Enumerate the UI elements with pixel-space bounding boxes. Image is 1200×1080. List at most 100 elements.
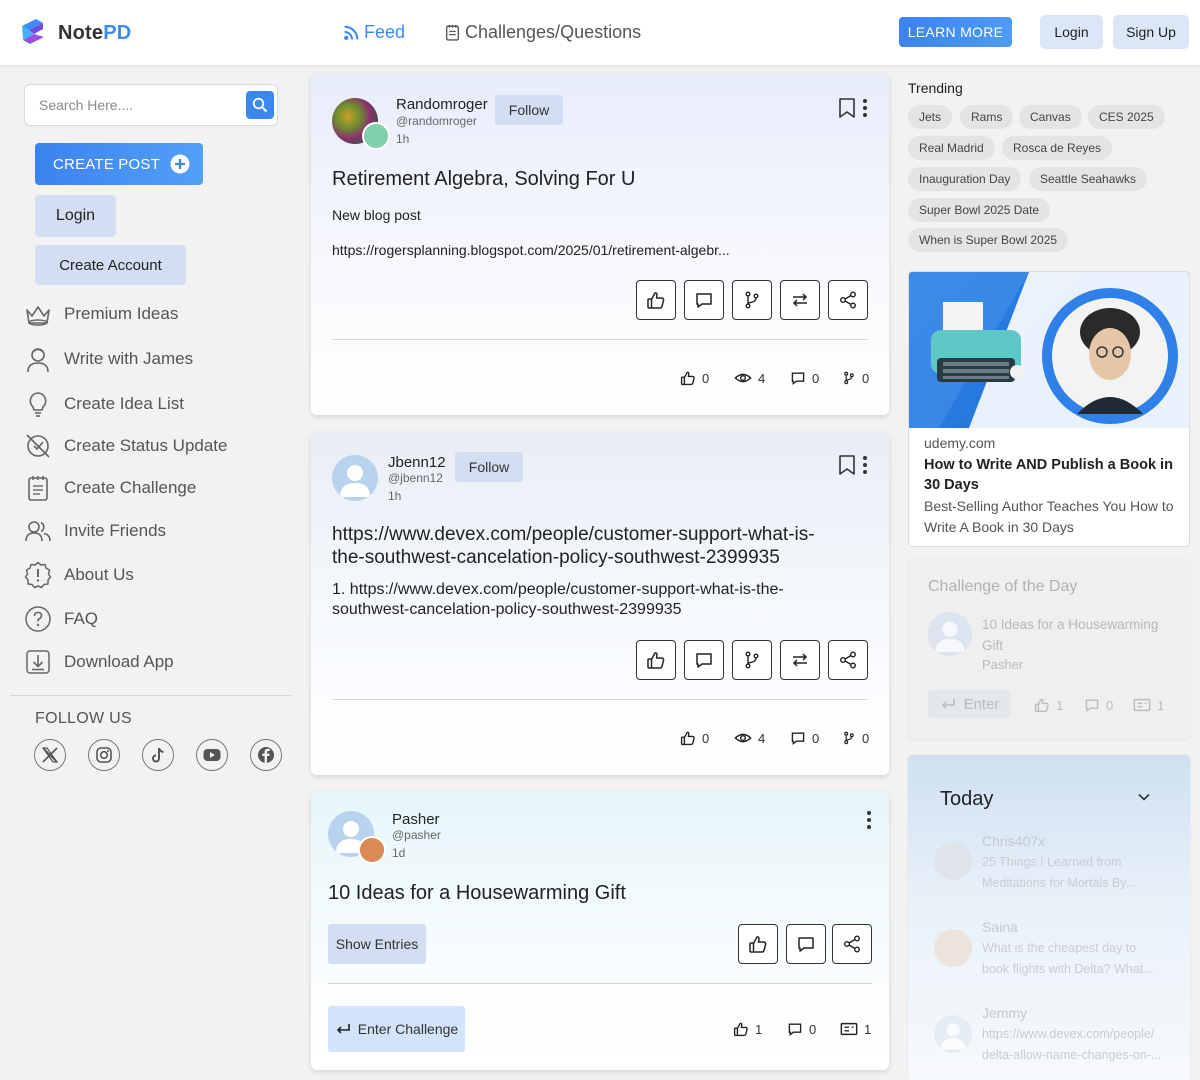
- like-button[interactable]: [636, 280, 676, 320]
- today-item-snippet-line-2[interactable]: book flights with Delta? What...: [982, 959, 1168, 980]
- header-login-button[interactable]: Login: [1040, 15, 1103, 49]
- trending-chip[interactable]: CES 2025: [1088, 105, 1165, 129]
- cotd-enter-button[interactable]: Enter: [928, 690, 1011, 718]
- status-update-icon: [26, 434, 50, 458]
- trending-chip[interactable]: Real Madrid: [908, 136, 995, 160]
- post-link[interactable]: https://rogersplanning.blogspot.com/2025…: [332, 242, 730, 258]
- like-button[interactable]: [636, 640, 676, 680]
- today-item-snippet-line-1[interactable]: What is the cheapest day to: [982, 938, 1168, 959]
- post-username[interactable]: Randomroger: [396, 96, 488, 113]
- nav-feed[interactable]: Feed: [343, 22, 405, 43]
- top-bar: NotePD Feed Challenges/Questions LEARN M…: [0, 0, 1200, 66]
- comment-button[interactable]: [684, 280, 724, 320]
- avatar[interactable]: [928, 612, 972, 656]
- thumbs-up-icon: [1034, 698, 1049, 713]
- comment-button[interactable]: [684, 640, 724, 680]
- typewriter-author-illustration: [909, 272, 1189, 428]
- more-options-icon[interactable]: [862, 455, 868, 475]
- share-button[interactable]: [832, 924, 872, 964]
- fork-button[interactable]: [732, 280, 772, 320]
- sidebar-item-faq[interactable]: FAQ: [24, 605, 98, 633]
- nav-challenges-questions[interactable]: Challenges/Questions: [444, 22, 641, 43]
- sidebar-item-about-us[interactable]: About Us: [24, 561, 134, 589]
- avatar[interactable]: [332, 455, 378, 501]
- entries-count: 1: [840, 1021, 871, 1037]
- sidebar-login-button[interactable]: Login: [35, 195, 116, 237]
- comment-icon: [696, 293, 712, 308]
- tiktok-icon[interactable]: [142, 739, 174, 771]
- header-sign-up-button[interactable]: Sign Up: [1113, 15, 1189, 49]
- like-button[interactable]: [738, 924, 778, 964]
- sidebar-item-premium-ideas[interactable]: Premium Ideas: [24, 300, 178, 328]
- create-post-button[interactable]: CREATE POST: [35, 143, 203, 185]
- today-item-snippet-line-2[interactable]: Meditations for Mortals By...: [982, 873, 1168, 894]
- youtube-icon[interactable]: [196, 739, 228, 771]
- search-input[interactable]: [25, 85, 239, 125]
- follow-us-heading: FOLLOW US: [35, 710, 132, 727]
- fork-count: 0: [842, 730, 869, 746]
- sidebar-item-write-with-james[interactable]: Write with James: [24, 345, 193, 373]
- trending-chip[interactable]: Rams: [960, 105, 1014, 129]
- today-item-username[interactable]: Chris407x: [982, 833, 1045, 849]
- thumbs-up-icon: [749, 936, 767, 953]
- fork-button[interactable]: [732, 640, 772, 680]
- trending-chip[interactable]: Canvas: [1019, 105, 1082, 129]
- today-item-snippet-line-2[interactable]: delta-allow-name-changes-on-...: [982, 1045, 1168, 1066]
- sidebar-item-label: FAQ: [64, 609, 99, 628]
- follow-button[interactable]: Follow: [455, 452, 523, 482]
- sidebar-item-invite-friends[interactable]: Invite Friends: [24, 517, 166, 545]
- ad-image: [909, 272, 1189, 428]
- today-item-snippet-line-1[interactable]: 25 Things I Learned from: [982, 852, 1168, 873]
- show-entries-button[interactable]: Show Entries: [328, 924, 426, 964]
- trending-chip[interactable]: Inauguration Day: [908, 167, 1022, 191]
- trending-chip[interactable]: Jets: [908, 105, 953, 129]
- post-time: 1h: [388, 489, 402, 503]
- post-username[interactable]: Jbenn12: [388, 454, 446, 471]
- like-count: 0: [680, 370, 709, 386]
- follow-button[interactable]: Follow: [495, 95, 563, 125]
- more-options-icon[interactable]: [862, 98, 868, 118]
- x-icon[interactable]: [34, 739, 66, 771]
- ad-card[interactable]: udemy.com How to Write AND Publish a Boo…: [908, 271, 1190, 547]
- comment-button[interactable]: [786, 924, 826, 964]
- search-box: [24, 84, 278, 126]
- ad-title[interactable]: How to Write AND Publish a Book in 30 Da…: [924, 455, 1179, 495]
- avatar[interactable]: [934, 1015, 972, 1053]
- bookmark-icon[interactable]: [838, 454, 856, 476]
- post-title-line-2[interactable]: the-southwest-cancelation-policy-southwe…: [332, 547, 780, 569]
- post-title-line-1[interactable]: https://www.devex.com/people/customer-su…: [332, 524, 815, 546]
- today-item-username[interactable]: Saina: [982, 919, 1018, 935]
- facebook-icon[interactable]: [250, 739, 282, 771]
- create-account-button[interactable]: Create Account: [35, 245, 186, 285]
- search-button[interactable]: [246, 91, 274, 119]
- sidebar-item-create-status-update[interactable]: Create Status Update: [24, 432, 227, 460]
- bookmark-icon[interactable]: [838, 97, 856, 119]
- repost-button[interactable]: [780, 280, 820, 320]
- trending-chip[interactable]: Rosca de Reyes: [1002, 136, 1113, 160]
- repost-button[interactable]: [780, 640, 820, 680]
- chevron-down-icon[interactable]: [1137, 790, 1151, 804]
- today-item-username[interactable]: Jemmy: [982, 1005, 1027, 1021]
- instagram-icon[interactable]: [88, 739, 120, 771]
- avatar[interactable]: [934, 929, 972, 967]
- notepd-logo[interactable]: NotePD: [14, 14, 131, 52]
- trending-chip[interactable]: Seattle Seahawks: [1029, 167, 1148, 191]
- challenge-title[interactable]: 10 Ideas for a Housewarming Gift: [328, 882, 626, 905]
- sidebar-item-create-challenge[interactable]: Create Challenge: [24, 474, 196, 502]
- sidebar-item-create-idea-list[interactable]: Create Idea List: [24, 390, 184, 418]
- challenge-of-the-day-title[interactable]: 10 Ideas for a Housewarming Gift: [982, 614, 1182, 656]
- avatar[interactable]: [934, 842, 972, 880]
- share-button[interactable]: [828, 280, 868, 320]
- comment-icon: [798, 937, 814, 952]
- post-username[interactable]: Pasher: [392, 811, 440, 828]
- post-body-line-1: 1. https://www.devex.com/people/customer…: [332, 581, 784, 598]
- learn-more-button[interactable]: LEARN MORE: [899, 17, 1012, 47]
- enter-challenge-button[interactable]: Enter Challenge: [328, 1006, 465, 1052]
- more-options-icon[interactable]: [866, 810, 872, 830]
- today-item-snippet-line-1[interactable]: https://www.devex.com/people/: [982, 1024, 1168, 1045]
- trending-chip[interactable]: Super Bowl 2025 Date: [908, 198, 1051, 222]
- share-button[interactable]: [828, 640, 868, 680]
- sidebar-item-download-app[interactable]: Download App: [24, 648, 174, 676]
- post-title[interactable]: Retirement Algebra, Solving For U: [332, 168, 635, 191]
- trending-chip[interactable]: When is Super Bowl 2025: [908, 228, 1069, 252]
